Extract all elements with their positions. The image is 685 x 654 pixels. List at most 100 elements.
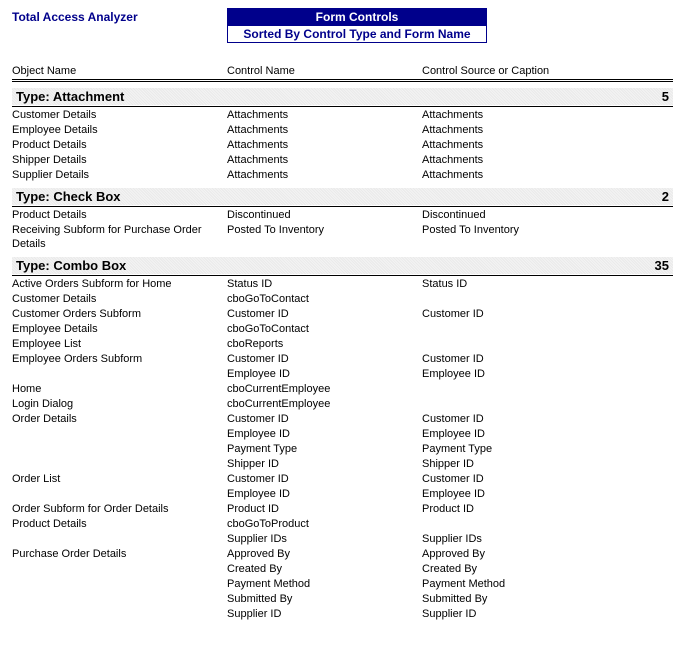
cell-control-name: cboCurrentEmployee xyxy=(227,397,422,411)
cell-control-name: Created By xyxy=(227,562,422,576)
table-row: Employee IDEmployee ID xyxy=(12,366,673,381)
cell-control-name: cboCurrentEmployee xyxy=(227,382,422,396)
report-title-box: Form Controls Sorted By Control Type and… xyxy=(227,8,487,43)
cell-object-name: Order Details xyxy=(12,412,227,426)
cell-control-source: Approved By xyxy=(422,547,673,561)
table-row: Employee DetailsAttachmentsAttachments xyxy=(12,122,673,137)
table-row: Submitted BySubmitted By xyxy=(12,591,673,606)
cell-control-source: Submitted By xyxy=(422,592,673,606)
cell-control-name: Discontinued xyxy=(227,208,422,222)
table-row: Employee DetailscboGoToContact xyxy=(12,321,673,336)
cell-object-name: Supplier Details xyxy=(12,168,227,182)
cell-control-name: Attachments xyxy=(227,168,422,182)
group-type-label: Type: Check Box xyxy=(16,189,121,204)
table-row: Created ByCreated By xyxy=(12,561,673,576)
cell-control-name: Supplier IDs xyxy=(227,532,422,546)
cell-object-name xyxy=(12,442,227,456)
cell-control-source: Employee ID xyxy=(422,427,673,441)
table-row: Order Subform for Order DetailsProduct I… xyxy=(12,501,673,516)
cell-control-source: Product ID xyxy=(422,502,673,516)
group-header: Type: Check Box 2 xyxy=(12,188,673,205)
cell-control-source: Employee ID xyxy=(422,367,673,381)
cell-control-name: Payment Method xyxy=(227,577,422,591)
cell-control-name: Customer ID xyxy=(227,307,422,321)
table-row: Shipper IDShipper ID xyxy=(12,456,673,471)
cell-object-name: Home xyxy=(12,382,227,396)
cell-object-name: Employee List xyxy=(12,337,227,351)
cell-control-source xyxy=(422,382,673,396)
table-row: Product DetailsDiscontinuedDiscontinued xyxy=(12,207,673,222)
cell-object-name: Employee Details xyxy=(12,123,227,137)
cell-control-source: Posted To Inventory xyxy=(422,223,673,251)
cell-control-name: Employee ID xyxy=(227,427,422,441)
cell-control-source: Attachments xyxy=(422,123,673,137)
group-header: Type: Combo Box35 xyxy=(12,257,673,274)
cell-control-source: Attachments xyxy=(422,168,673,182)
cell-object-name: Product Details xyxy=(12,517,227,531)
table-row: Supplier IDSupplier ID xyxy=(12,606,673,621)
cell-control-name: Customer ID xyxy=(227,412,422,426)
table-row: Product DetailsAttachmentsAttachments xyxy=(12,137,673,152)
cell-object-name: Customer Details xyxy=(12,108,227,122)
cell-object-name: Employee Orders Subform xyxy=(12,352,227,366)
cell-control-name: Attachments xyxy=(227,108,422,122)
cell-object-name: Purchase Order Details xyxy=(12,547,227,561)
cell-object-name xyxy=(12,427,227,441)
cell-control-source: Customer ID xyxy=(422,412,673,426)
report-title: Form Controls xyxy=(227,8,487,26)
cell-control-source xyxy=(422,322,673,336)
cell-control-name: Product ID xyxy=(227,502,422,516)
table-row: HomecboCurrentEmployee xyxy=(12,381,673,396)
cell-object-name xyxy=(12,607,227,621)
cell-control-source: Attachments xyxy=(422,138,673,152)
cell-control-name: Employee ID xyxy=(227,487,422,501)
cell-object-name: Order Subform for Order Details xyxy=(12,502,227,516)
cell-control-name: cboReports xyxy=(227,337,422,351)
cell-object-name: Active Orders Subform for Home xyxy=(12,277,227,291)
table-row: Product DetailscboGoToProduct xyxy=(12,516,673,531)
table-row: Supplier IDsSupplier IDs xyxy=(12,531,673,546)
cell-object-name: Receiving Subform for Purchase Order Det… xyxy=(12,223,227,251)
cell-control-source: Supplier ID xyxy=(422,607,673,621)
table-row: Payment MethodPayment Method xyxy=(12,576,673,591)
cell-object-name: Order List xyxy=(12,472,227,486)
cell-control-name: cboGoToContact xyxy=(227,322,422,336)
cell-control-source: Created By xyxy=(422,562,673,576)
group-header: Type: Attachment5 xyxy=(12,88,673,105)
cell-control-name: cboGoToProduct xyxy=(227,517,422,531)
group-count: 2 xyxy=(662,189,669,204)
cell-control-source: Shipper ID xyxy=(422,457,673,471)
cell-control-name: Attachments xyxy=(227,153,422,167)
cell-control-source xyxy=(422,397,673,411)
cell-control-name: Attachments xyxy=(227,123,422,137)
cell-control-name: Customer ID xyxy=(227,472,422,486)
cell-object-name: Customer Details xyxy=(12,292,227,306)
cell-control-source: Customer ID xyxy=(422,307,673,321)
cell-control-source: Payment Type xyxy=(422,442,673,456)
cell-object-name: Product Details xyxy=(12,138,227,152)
col-header-control-name: Control Name xyxy=(227,65,422,77)
col-header-control-source: Control Source or Caption xyxy=(422,65,673,77)
table-row: Employee Orders SubformCustomer IDCustom… xyxy=(12,351,673,366)
cell-object-name: Login Dialog xyxy=(12,397,227,411)
table-row: Payment TypePayment Type xyxy=(12,441,673,456)
cell-control-name: Status ID xyxy=(227,277,422,291)
cell-object-name: Employee Details xyxy=(12,322,227,336)
cell-control-source: Status ID xyxy=(422,277,673,291)
cell-control-name: Payment Type xyxy=(227,442,422,456)
table-row: Active Orders Subform for HomeStatus IDS… xyxy=(12,276,673,291)
app-title: Total Access Analyzer xyxy=(12,8,227,24)
cell-control-source: Employee ID xyxy=(422,487,673,501)
group-count: 5 xyxy=(662,89,669,104)
table-row: Login DialogcboCurrentEmployee xyxy=(12,396,673,411)
cell-control-name: Shipper ID xyxy=(227,457,422,471)
cell-object-name: Shipper Details xyxy=(12,153,227,167)
cell-control-name: Submitted By xyxy=(227,592,422,606)
cell-control-name: Approved By xyxy=(227,547,422,561)
table-row: Customer DetailsAttachmentsAttachments xyxy=(12,107,673,122)
table-row: Employee IDEmployee ID xyxy=(12,426,673,441)
cell-control-source: Customer ID xyxy=(422,352,673,366)
cell-control-source xyxy=(422,337,673,351)
group-count: 35 xyxy=(655,258,669,273)
table-row: Customer DetailscboGoToContact xyxy=(12,291,673,306)
